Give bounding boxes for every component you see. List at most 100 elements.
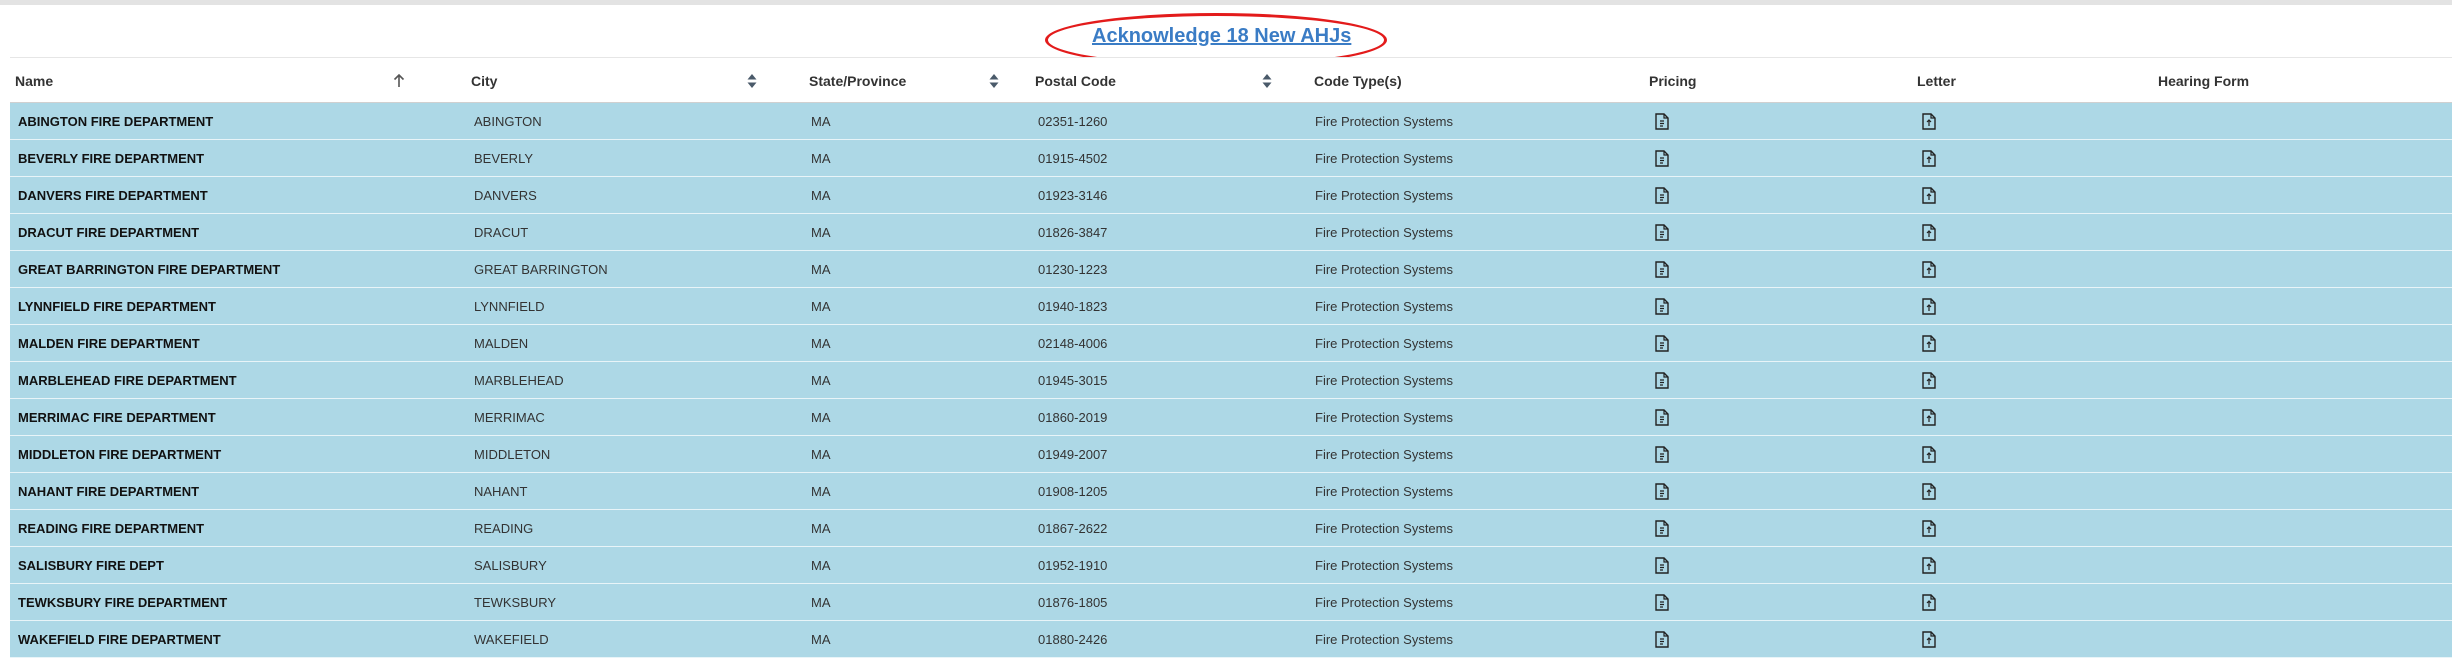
letter-document-icon[interactable]	[1922, 372, 1936, 389]
postal-code: 01867-2622	[1038, 521, 1108, 536]
table-row[interactable]: WAKEFIELD FIRE DEPARTMENT WAKEFIELD MA 0…	[10, 621, 2452, 658]
arrow-up-icon[interactable]	[391, 58, 407, 104]
letter-document-icon[interactable]	[1922, 113, 1936, 130]
postal-code: 01940-1823	[1038, 299, 1108, 314]
ahj-name: MERRIMAC FIRE DEPARTMENT	[18, 410, 216, 425]
postal-code: 01908-1205	[1038, 484, 1108, 499]
pricing-document-icon[interactable]	[1655, 187, 1669, 204]
table-row[interactable]: MARBLEHEAD FIRE DEPARTMENT MARBLEHEAD MA…	[10, 362, 2452, 399]
pricing-document-icon[interactable]	[1655, 335, 1669, 352]
table-row[interactable]: TEWKSBURY FIRE DEPARTMENT TEWKSBURY MA 0…	[10, 584, 2452, 621]
state: MA	[811, 225, 831, 240]
letter-document-icon[interactable]	[1922, 446, 1936, 463]
ahj-name: DANVERS FIRE DEPARTMENT	[18, 188, 208, 203]
city: NAHANT	[474, 484, 528, 499]
pricing-document-icon[interactable]	[1655, 113, 1669, 130]
acknowledge-new-ahjs-link[interactable]: Acknowledge 18 New AHJs	[1092, 25, 1351, 48]
letter-document-icon[interactable]	[1922, 335, 1936, 352]
state: MA	[811, 188, 831, 203]
table-row[interactable]: GREAT BARRINGTON FIRE DEPARTMENT GREAT B…	[10, 251, 2452, 288]
table-row[interactable]: NAHANT FIRE DEPARTMENT NAHANT MA 01908-1…	[10, 473, 2452, 510]
state: MA	[811, 447, 831, 462]
state: MA	[811, 595, 831, 610]
pricing-document-icon[interactable]	[1655, 150, 1669, 167]
state: MA	[811, 373, 831, 388]
ahj-name: NAHANT FIRE DEPARTMENT	[18, 484, 200, 499]
pricing-document-icon[interactable]	[1655, 631, 1669, 648]
city: MERRIMAC	[474, 410, 545, 425]
letter-document-icon[interactable]	[1922, 520, 1936, 537]
pricing-document-icon[interactable]	[1655, 298, 1669, 315]
city: MALDEN	[474, 336, 529, 351]
letter-document-icon[interactable]	[1922, 631, 1936, 648]
ahj-name: ABINGTON FIRE DEPARTMENT	[18, 114, 214, 129]
letter-document-icon[interactable]	[1922, 594, 1936, 611]
table-row[interactable]: ABINGTON FIRE DEPARTMENT ABINGTON MA 023…	[10, 103, 2452, 140]
pricing-document-icon[interactable]	[1655, 224, 1669, 241]
code-types: Fire Protection Systems	[1315, 299, 1453, 314]
table-row[interactable]: BEVERLY FIRE DEPARTMENT BEVERLY MA 01915…	[10, 140, 2452, 177]
pricing-document-icon[interactable]	[1655, 446, 1669, 463]
city: DANVERS	[474, 188, 537, 203]
code-types: Fire Protection Systems	[1315, 336, 1453, 351]
sort-icon[interactable]	[1259, 58, 1275, 104]
state: MA	[811, 558, 831, 573]
city: MARBLEHEAD	[474, 373, 564, 388]
table-row[interactable]: LYNNFIELD FIRE DEPARTMENT LYNNFIELD MA 0…	[10, 288, 2452, 325]
postal-code: 01923-3146	[1038, 188, 1108, 203]
letter-document-icon[interactable]	[1922, 150, 1936, 167]
table-row[interactable]: MIDDLETON FIRE DEPARTMENT MIDDLETON MA 0…	[10, 436, 2452, 473]
pricing-document-icon[interactable]	[1655, 261, 1669, 278]
pricing-document-icon[interactable]	[1655, 483, 1669, 500]
postal-code: 02351-1260	[1038, 114, 1108, 129]
column-header-city[interactable]: City	[471, 58, 497, 104]
column-header-letter[interactable]: Letter	[1917, 58, 1956, 104]
ahj-name: MALDEN FIRE DEPARTMENT	[18, 336, 200, 351]
code-types: Fire Protection Systems	[1315, 225, 1453, 240]
letter-document-icon[interactable]	[1922, 483, 1936, 500]
sort-icon[interactable]	[744, 58, 760, 104]
pricing-document-icon[interactable]	[1655, 594, 1669, 611]
pricing-document-icon[interactable]	[1655, 557, 1669, 574]
state: MA	[811, 410, 831, 425]
table-row[interactable]: MALDEN FIRE DEPARTMENT MALDEN MA 02148-4…	[10, 325, 2452, 362]
column-header-state[interactable]: State/Province	[809, 58, 906, 104]
letter-document-icon[interactable]	[1922, 557, 1936, 574]
city: TEWKSBURY	[474, 595, 557, 610]
column-header-pricing[interactable]: Pricing	[1649, 58, 1696, 104]
postal-code: 01860-2019	[1038, 410, 1108, 425]
table-row[interactable]: DANVERS FIRE DEPARTMENT DANVERS MA 01923…	[10, 177, 2452, 214]
city: DRACUT	[474, 225, 529, 240]
column-header-hearing-form[interactable]: Hearing Form	[2158, 58, 2249, 104]
city: LYNNFIELD	[474, 299, 545, 314]
letter-document-icon[interactable]	[1922, 409, 1936, 426]
code-types: Fire Protection Systems	[1315, 188, 1453, 203]
letter-document-icon[interactable]	[1922, 298, 1936, 315]
table-body: ABINGTON FIRE DEPARTMENT ABINGTON MA 023…	[10, 103, 2452, 658]
table-header: Name City State/Province Postal Code Cod…	[10, 57, 2452, 103]
city: SALISBURY	[474, 558, 547, 573]
table-row[interactable]: SALISBURY FIRE DEPT SALISBURY MA 01952-1…	[10, 547, 2452, 584]
letter-document-icon[interactable]	[1922, 261, 1936, 278]
pricing-document-icon[interactable]	[1655, 372, 1669, 389]
postal-code: 01230-1223	[1038, 262, 1108, 277]
city: BEVERLY	[474, 151, 534, 166]
letter-document-icon[interactable]	[1922, 187, 1936, 204]
code-types: Fire Protection Systems	[1315, 521, 1453, 536]
letter-document-icon[interactable]	[1922, 224, 1936, 241]
state: MA	[811, 484, 831, 499]
pricing-document-icon[interactable]	[1655, 520, 1669, 537]
table-row[interactable]: MERRIMAC FIRE DEPARTMENT MERRIMAC MA 018…	[10, 399, 2452, 436]
postal-code: 01880-2426	[1038, 632, 1108, 647]
sort-icon[interactable]	[986, 58, 1002, 104]
code-types: Fire Protection Systems	[1315, 410, 1453, 425]
column-header-code-types[interactable]: Code Type(s)	[1314, 58, 1402, 104]
column-header-name[interactable]: Name	[15, 58, 53, 104]
postal-code: 01876-1805	[1038, 595, 1108, 610]
pricing-document-icon[interactable]	[1655, 409, 1669, 426]
table-row[interactable]: DRACUT FIRE DEPARTMENT DRACUT MA 01826-3…	[10, 214, 2452, 251]
table-row[interactable]: READING FIRE DEPARTMENT READING MA 01867…	[10, 510, 2452, 547]
ahj-name: TEWKSBURY FIRE DEPARTMENT	[18, 595, 228, 610]
column-header-postal-code[interactable]: Postal Code	[1035, 58, 1116, 104]
city: READING	[474, 521, 534, 536]
